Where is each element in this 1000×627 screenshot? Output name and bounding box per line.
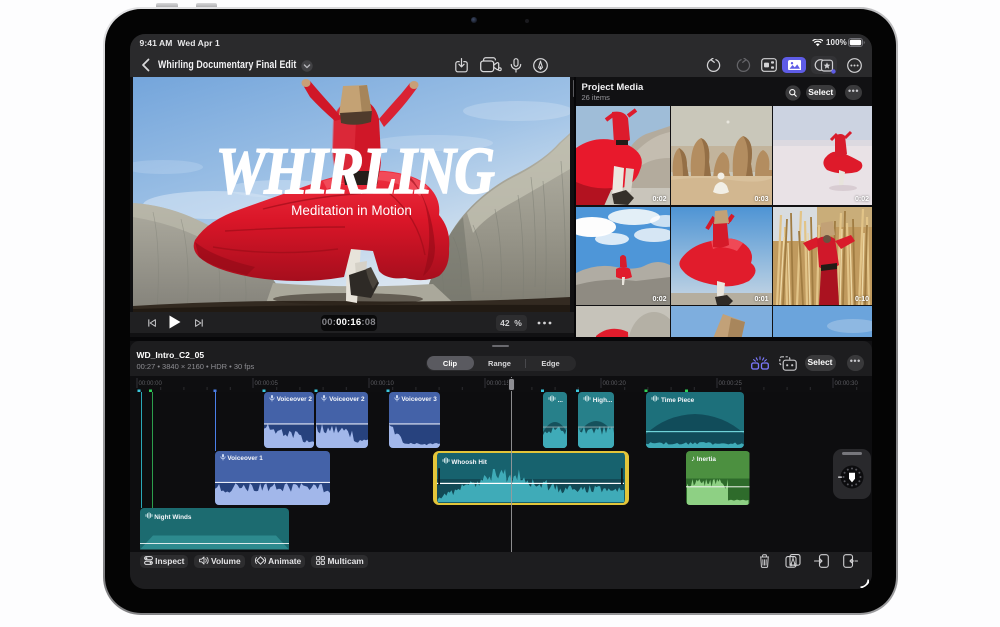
svg-text:00:00:30: 00:00:30	[835, 381, 859, 387]
svg-text:00:00:10: 00:00:10	[371, 381, 395, 387]
svg-text:00:00:20: 00:00:20	[603, 381, 627, 387]
svg-text:00:00:05: 00:00:05	[255, 381, 279, 387]
svg-text:00:00:15: 00:00:15	[487, 381, 511, 387]
svg-text:00:00:00: 00:00:00	[139, 381, 163, 387]
svg-text:00:00:25: 00:00:25	[719, 381, 743, 387]
